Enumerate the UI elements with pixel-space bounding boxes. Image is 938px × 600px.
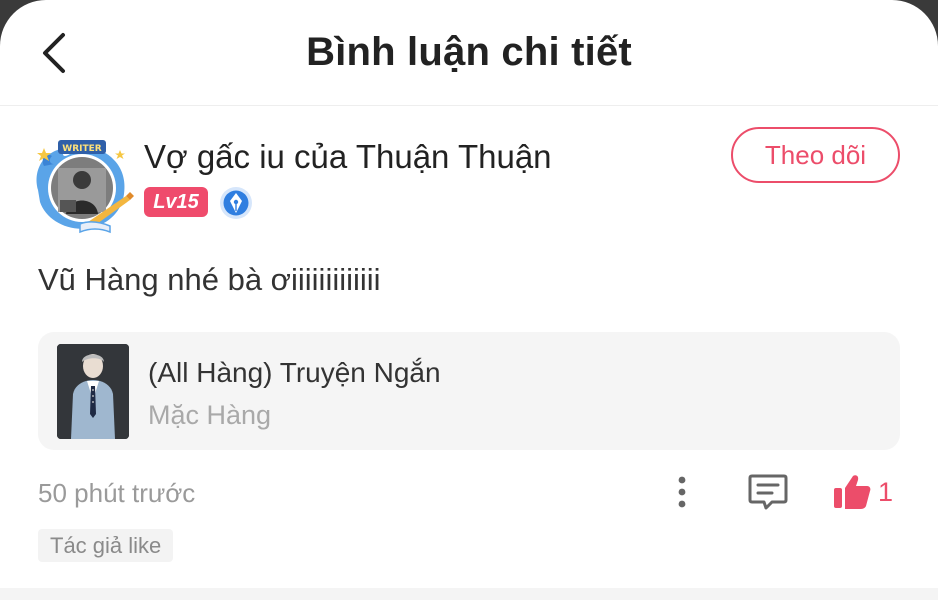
reply-button[interactable] <box>746 470 790 514</box>
comment-timestamp: 50 phút trước <box>38 478 196 508</box>
more-options-button[interactable] <box>667 472 697 512</box>
story-title: (All Hàng) Truyện Ngắn <box>148 357 441 388</box>
avatar[interactable]: WRITER <box>30 138 134 234</box>
page-title: Bình luận chi tiết <box>306 30 632 74</box>
level-badge: Lv15 <box>144 187 208 217</box>
thumbs-up-icon <box>834 475 871 509</box>
follow-button[interactable]: Theo dõi <box>731 127 900 183</box>
comment-text: Vũ Hàng nhé bà ơiiiiiiiiiiiii <box>38 262 381 297</box>
author-liked-tag: Tác giả like <box>38 529 174 562</box>
username[interactable]: Vợ gấc iu của Thuận Thuận <box>144 138 552 176</box>
pen-nib-icon <box>219 186 253 220</box>
svg-text:WRITER: WRITER <box>62 144 101 154</box>
comment-bubble-icon <box>748 474 788 510</box>
section-divider <box>0 588 938 600</box>
story-card[interactable]: (All Hàng) Truyện Ngắn Mặc Hàng <box>38 332 900 450</box>
more-vertical-icon <box>678 476 686 508</box>
like-button[interactable]: 1 <box>832 470 904 514</box>
like-count: 1 <box>878 476 894 507</box>
story-author: Mặc Hàng <box>148 400 272 430</box>
comment-detail-sheet: Bình luận chi tiết WRITER Vợ gấc iu của … <box>0 0 938 600</box>
story-cover-image <box>57 344 129 439</box>
header: Bình luận chi tiết <box>0 0 938 106</box>
